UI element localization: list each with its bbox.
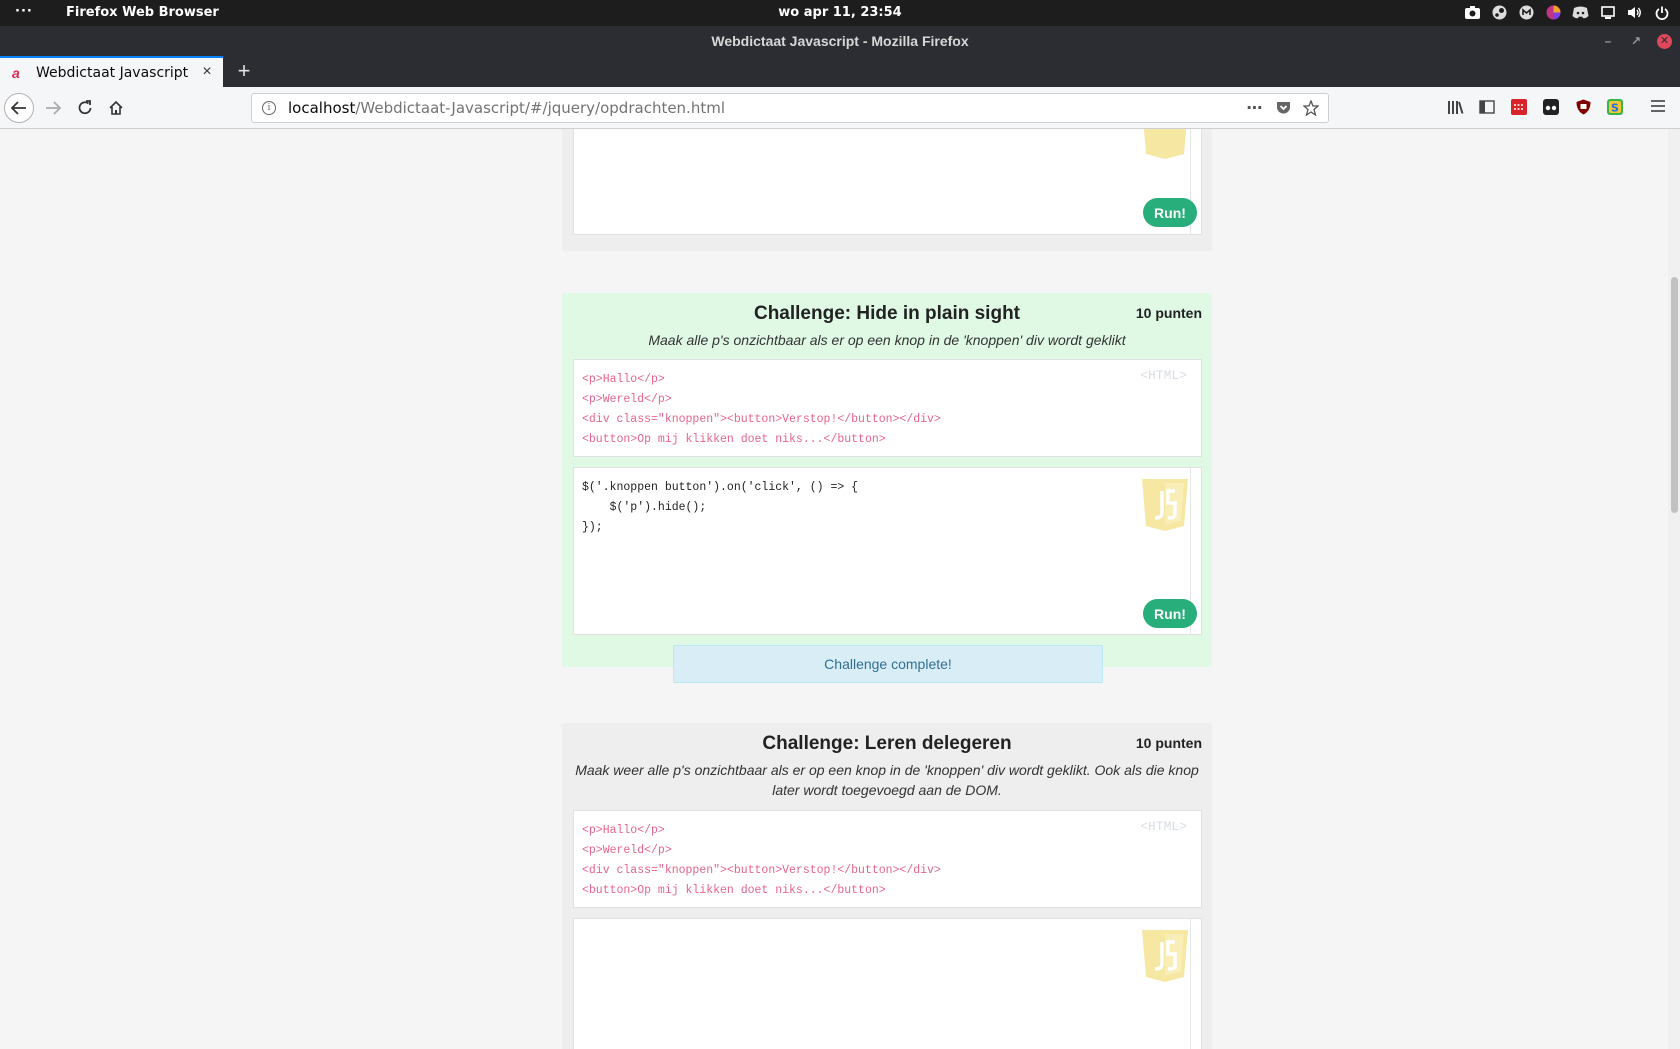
js-editor[interactable]: $('.knoppen button').on('click', () => {… <box>573 467 1202 635</box>
js-editor[interactable] <box>573 918 1202 1049</box>
page-actions-icon[interactable]: ⋯ <box>1246 99 1264 117</box>
extension-dark-icon[interactable] <box>1542 98 1560 116</box>
menu-hamburger-icon[interactable] <box>1650 99 1668 117</box>
page-scrollbar[interactable] <box>1668 129 1680 1049</box>
sidebar-icon[interactable] <box>1478 98 1496 116</box>
html-line: <p>Wereld</p> <box>582 844 672 857</box>
mail-icon[interactable] <box>1518 4 1535 21</box>
challenge-title: Challenge: Leren delegeren <box>762 733 1012 754</box>
run-button[interactable]: Run! <box>1143 198 1197 227</box>
clock-container: wo apr 11, 23:54 <box>0 5 1680 20</box>
pocket-icon[interactable] <box>1274 99 1292 117</box>
window-title: Webdictaat Javascript - Mozilla Firefox <box>711 33 969 49</box>
html-line: <p>Hallo</p> <box>582 373 665 386</box>
js-code[interactable] <box>574 919 1201 939</box>
challenge-points: 10 punten <box>1135 735 1202 751</box>
html-code: <p>Hallo</p> <p>Wereld</p> <div class="kno… <box>574 811 1201 911</box>
html-label: <HTML> <box>1140 368 1187 383</box>
html-line: <button>Op mij klikken doet niks...</but… <box>582 884 886 897</box>
js-code[interactable]: $('.knoppen button').on('click', () => {… <box>574 468 1201 548</box>
back-button[interactable] <box>4 93 34 123</box>
tab-close-icon[interactable]: × <box>199 64 215 80</box>
challenge-complete-alert: Challenge complete! <box>673 645 1103 683</box>
html-code: <p>Hallo</p> <p>Wereld</p> <div class="kno… <box>574 360 1201 460</box>
html-line: <div class="knoppen"><button>Verstop!</b… <box>582 864 941 877</box>
tab-strip: a Webdictaat Javascript × + <box>0 56 1680 87</box>
site-info-icon[interactable]: i <box>262 101 276 115</box>
url-host: localhost <box>288 99 356 117</box>
home-icon <box>109 100 123 115</box>
url-path: /Webdictaat-Javascript/#/jquery/opdracht… <box>355 99 725 117</box>
back-arrow-icon <box>11 101 26 115</box>
new-tab-button[interactable]: + <box>232 58 256 84</box>
reload-icon <box>78 100 92 115</box>
site-favicon-icon: a <box>12 64 20 81</box>
previous-challenge-card: Run! <box>562 129 1212 251</box>
js-code[interactable] <box>574 129 1201 140</box>
forward-button[interactable] <box>38 93 68 123</box>
challenge-card-hide-in-plain-sight: Challenge: Hide in plain sight 10 punten… <box>562 293 1212 683</box>
html-code-box: <p>Hallo</p> <p>Wereld</p> <div class="kno… <box>573 810 1202 908</box>
js-line[interactable]: $('p').hide(); <box>582 498 1193 518</box>
scrollbar-thumb[interactable] <box>1671 277 1678 513</box>
extension-s-icon[interactable]: S <box>1606 98 1624 116</box>
navigation-bar: i localhost/Webdictaat-Javascript/#/jque… <box>0 87 1680 129</box>
window-icon[interactable] <box>1599 4 1616 21</box>
challenge-description: Maak alle p's onzichtbaar als er op een … <box>648 332 1126 348</box>
ublock-icon[interactable] <box>1574 98 1592 116</box>
editor-gutter <box>1190 919 1191 1049</box>
html-line: <p>Wereld</p> <box>582 393 672 406</box>
app-menu[interactable]: Firefox Web Browser <box>66 5 219 20</box>
js-line[interactable]: }); <box>582 518 1193 538</box>
color-picker-icon[interactable] <box>1545 4 1562 21</box>
minimize-icon[interactable]: – <box>1601 34 1615 48</box>
window-titlebar: Webdictaat Javascript - Mozilla Firefox … <box>0 26 1680 56</box>
library-icon[interactable] <box>1446 98 1464 116</box>
discord-icon[interactable] <box>1572 4 1589 21</box>
power-icon[interactable] <box>1653 4 1670 21</box>
close-window-icon[interactable]: ✕ <box>1657 33 1672 49</box>
svg-text:S: S <box>1611 102 1619 115</box>
clock[interactable]: wo apr 11, 23:54 <box>778 5 901 20</box>
activities-button[interactable]: ··· <box>15 4 33 19</box>
html-code-box: <p>Hallo</p> <p>Wereld</p> <div class="kno… <box>573 359 1202 457</box>
forward-arrow-icon <box>46 101 61 115</box>
challenge-description: Maak weer alle p's onzichtbaar als er op… <box>575 762 1199 798</box>
page-content: Run! Challenge: Hide in plain sight 10 p… <box>0 129 1680 1049</box>
home-button[interactable] <box>101 93 131 123</box>
js-logo-icon <box>1142 930 1188 982</box>
url-bar[interactable]: i localhost/Webdictaat-Javascript/#/jque… <box>251 93 1329 123</box>
js-editor[interactable]: Run! <box>573 129 1202 235</box>
url-actions: ⋯ <box>1246 99 1320 117</box>
extension-red-icon[interactable] <box>1510 98 1528 116</box>
bookmark-star-icon[interactable] <box>1302 99 1320 117</box>
tab-title: Webdictaat Javascript <box>36 64 189 81</box>
js-line[interactable]: $('.knoppen button').on('click', () => { <box>582 478 1193 498</box>
html-line: <p>Hallo</p> <box>582 824 665 837</box>
maximize-icon[interactable]: ↗ <box>1629 34 1643 48</box>
system-top-bar: ··· Firefox Web Browser wo apr 11, 23:54 <box>0 0 1680 26</box>
tab-webdictaat[interactable]: a Webdictaat Javascript × <box>0 56 223 87</box>
challenge-card-leren-delegeren: Challenge: Leren delegeren 10 punten Maa… <box>562 723 1212 1049</box>
system-tray <box>1464 4 1670 21</box>
steam-icon[interactable] <box>1491 4 1508 21</box>
js-logo-icon <box>1143 129 1187 159</box>
challenge-header: Challenge: Hide in plain sight 10 punten… <box>562 293 1212 350</box>
run-button[interactable]: Run! <box>1143 599 1197 628</box>
html-label: <HTML> <box>1140 819 1187 834</box>
challenge-header: Challenge: Leren delegeren 10 punten Maa… <box>562 723 1212 800</box>
url-text[interactable]: localhost/Webdictaat-Javascript/#/jquery… <box>288 99 725 117</box>
toolbar-icons: S <box>1446 98 1624 116</box>
challenge-title: Challenge: Hide in plain sight <box>753 303 1021 324</box>
reload-button[interactable] <box>70 93 100 123</box>
js-logo-icon <box>1142 479 1188 531</box>
challenge-points: 10 punten <box>1135 305 1202 321</box>
html-line: <div class="knoppen"><button>Verstop!</b… <box>582 413 941 426</box>
window-controls: – ↗ ✕ <box>1601 26 1672 56</box>
screenshot-icon[interactable] <box>1464 4 1481 21</box>
volume-icon[interactable] <box>1626 4 1643 21</box>
html-line: <button>Op mij klikken doet niks...</but… <box>582 433 886 446</box>
